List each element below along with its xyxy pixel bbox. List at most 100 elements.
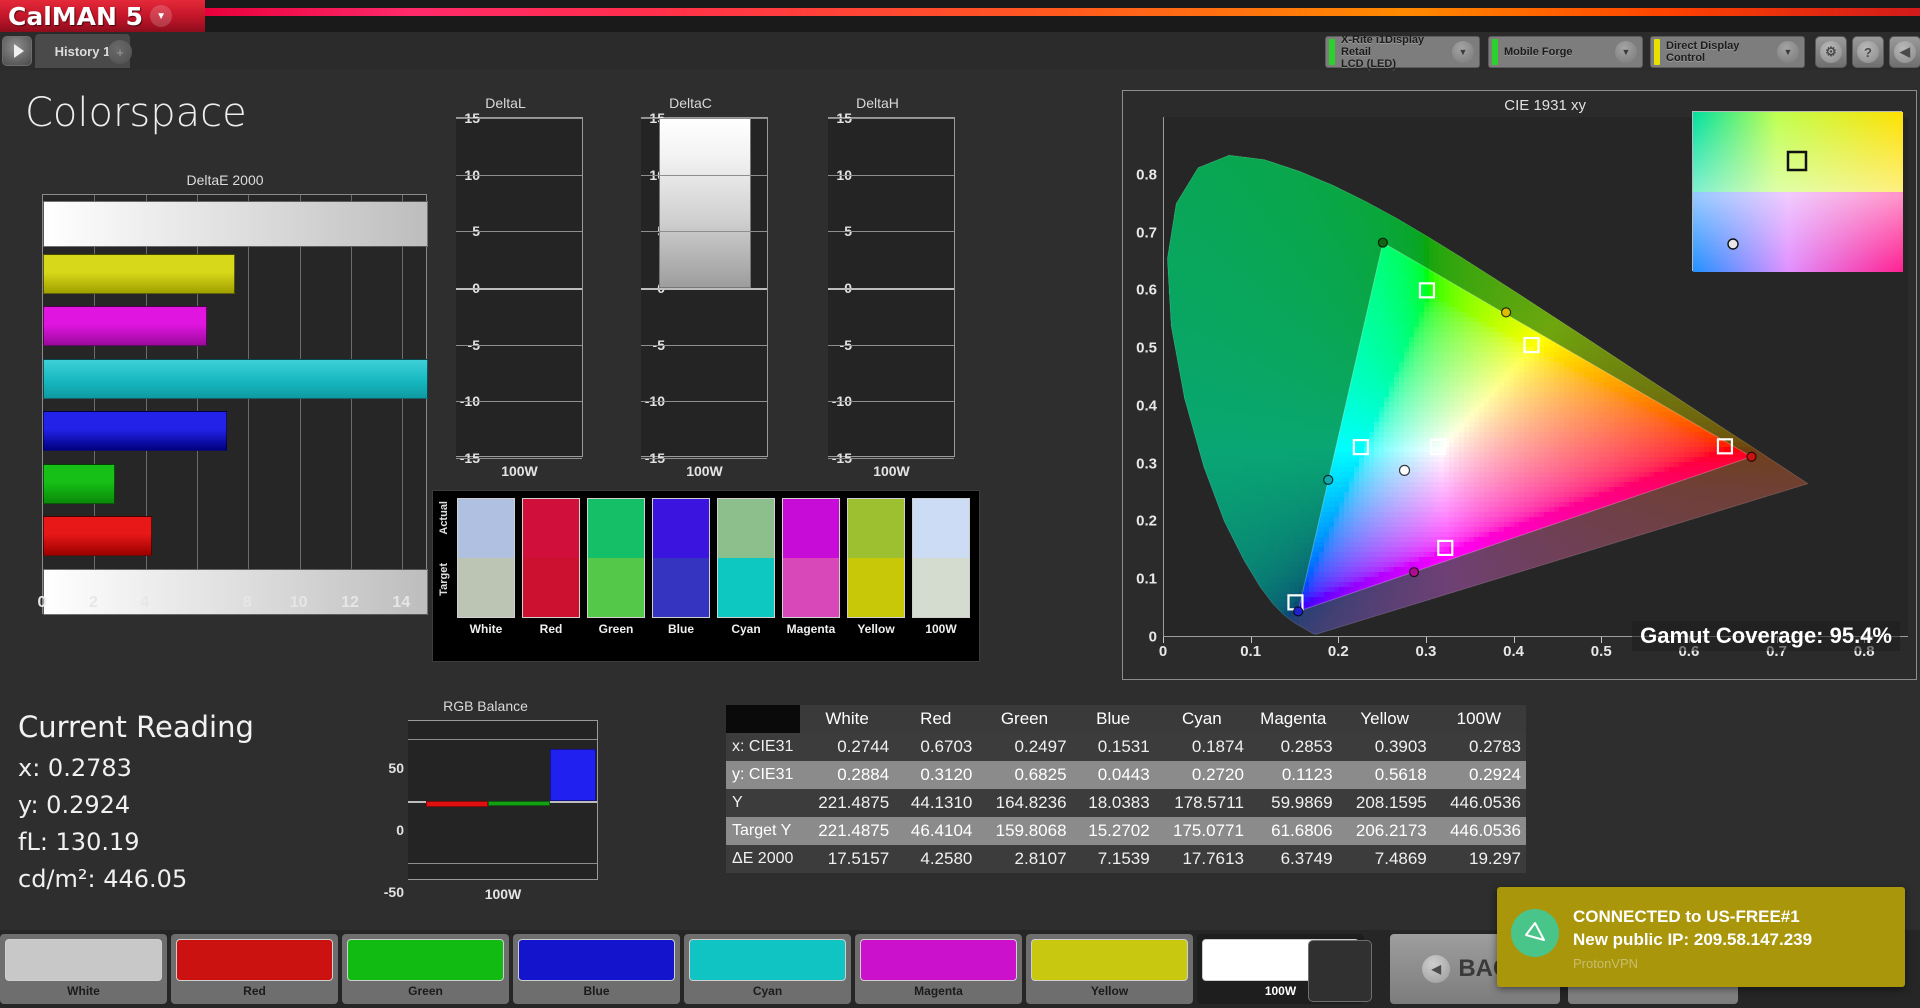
swatch-label: Magenta <box>782 622 840 636</box>
gridline <box>641 344 767 346</box>
swatch-pair <box>717 498 775 618</box>
cie-x-tick <box>1601 637 1603 643</box>
table-cell: 221.4875 <box>800 817 895 845</box>
pattern-swatch-green[interactable]: Green <box>342 934 509 1004</box>
source-label: Mobile Forge <box>1504 46 1615 58</box>
swatch-column-cyan: Cyan <box>717 498 775 636</box>
deltae-plot-area <box>42 194 428 615</box>
source-dropdown[interactable]: Mobile Forge ▼ <box>1488 36 1643 68</box>
deltae-x-axis: 0 2 4 6 8 10 12 14 <box>38 594 427 614</box>
pattern-swatch-cyan[interactable]: Cyan <box>684 934 851 1004</box>
swatch-caption: Cyan <box>689 984 846 998</box>
gridline <box>456 174 582 176</box>
cie-x-tick <box>1250 637 1252 643</box>
table-column-header: White <box>800 705 895 733</box>
cie-measured-marker-green <box>1377 237 1388 248</box>
play-icon <box>13 44 24 58</box>
pattern-swatch-red[interactable]: Red <box>171 934 338 1004</box>
meter-status-indicator <box>1329 39 1335 65</box>
table-column-header: Cyan <box>1154 705 1249 733</box>
axis-tick-label: 50 <box>388 760 404 776</box>
gridline <box>641 401 767 403</box>
cie-y-tick-label: 0.8 <box>1136 166 1157 183</box>
gridline <box>456 458 582 459</box>
swatch-pair <box>847 498 905 618</box>
swatch-caption: Green <box>347 984 504 998</box>
tab-history-1-label: History 1 <box>55 44 111 59</box>
table-cell: 208.1595 <box>1337 789 1432 817</box>
deltae-bar-cyan <box>43 358 428 399</box>
gridline <box>828 174 954 176</box>
pattern-swatch-yellow[interactable]: Yellow <box>1026 934 1193 1004</box>
question-mark-icon: ? <box>1857 41 1879 63</box>
table-cell: 61.6806 <box>1248 817 1338 845</box>
deltae-tick-label: 10 <box>290 594 308 612</box>
meter-dropdown[interactable]: X-Rite i1Display Retail LCD (LED) ▼ <box>1325 34 1480 70</box>
cie-y-tick-label: 0.6 <box>1136 282 1157 299</box>
actual-swatch <box>523 499 579 558</box>
target-swatch <box>458 558 514 617</box>
deltae-tick-label: 0 <box>38 594 47 612</box>
collapse-panel-button[interactable]: ◀ <box>1889 36 1920 68</box>
zero-line <box>456 288 582 290</box>
cie-y-tick-label: 0.7 <box>1136 224 1157 241</box>
cie-x-tick <box>1338 637 1340 643</box>
home-button[interactable] <box>1308 940 1372 1002</box>
table-row: y: CIE31 0.2884 0.3120 0.6825 0.0443 0.2720 0.… <box>726 761 1526 789</box>
table-row-header: y: CIE31 <box>726 761 800 789</box>
gridline <box>402 195 404 613</box>
reading-cdm2: cd/m²: 446.05 <box>18 865 348 893</box>
gridline <box>828 118 954 119</box>
swatch-pair <box>457 498 515 618</box>
swatch-column-magenta: Magenta <box>782 498 840 636</box>
cie-x-tick-label: 0 <box>1159 643 1167 660</box>
pattern-swatch-white[interactable]: White <box>0 934 167 1004</box>
chevron-left-icon: ◀ <box>1422 955 1451 983</box>
display-control-dropdown[interactable]: Direct Display Control ▼ <box>1650 36 1805 68</box>
table-cell: 0.1531 <box>1071 733 1155 761</box>
gridline <box>641 118 767 119</box>
play-button[interactable] <box>2 36 32 66</box>
table-cell: 0.1123 <box>1248 761 1338 789</box>
rgb-bar-red <box>426 801 488 808</box>
actual-swatch <box>718 499 774 558</box>
help-button[interactable]: ? <box>1852 36 1884 68</box>
gridline <box>408 862 597 864</box>
calman-logo[interactable]: CalMAN 5 ▼ <box>0 0 205 32</box>
chevron-down-icon[interactable]: ▼ <box>1777 41 1799 63</box>
cie-x-tick-label: 0.5 <box>1591 643 1612 660</box>
add-tab-button[interactable]: + <box>108 40 132 64</box>
table-cell: 0.6825 <box>977 761 1072 789</box>
swatch-label: Blue <box>652 622 710 636</box>
protonvpn-notification[interactable]: CONNECTED to US-FREE#1 New public IP: 20… <box>1497 887 1905 987</box>
table-cell: 2.8107 <box>977 845 1072 873</box>
deltae-tick-label: 2 <box>89 594 98 612</box>
current-reading-heading: Current Reading <box>18 710 348 744</box>
swatch-color <box>347 939 504 981</box>
deltal-plot-area: 151050-5-10-15 <box>456 110 583 466</box>
pattern-swatch-blue[interactable]: Blue <box>513 934 680 1004</box>
gridline <box>641 458 767 459</box>
table-row-header: x: CIE31 <box>726 733 800 761</box>
settings-button[interactable]: ⚙ <box>1815 36 1847 68</box>
swatch-label: Cyan <box>717 622 775 636</box>
rgb-balance-y-axis: 50 0 -50 <box>368 724 408 899</box>
logo-text: CalMAN 5 <box>8 2 143 31</box>
chevron-down-icon[interactable]: ▼ <box>1452 41 1474 63</box>
deltae-bar-blue <box>43 411 227 452</box>
measurement-table: White Red Green Blue Cyan Magenta Yellow 100W x… <box>726 705 1526 873</box>
chevron-down-icon[interactable]: ▼ <box>1615 41 1637 63</box>
cie-measured-marker-magenta <box>1408 567 1420 578</box>
inset-measured-marker <box>1727 238 1739 250</box>
table-cell: 6.3749 <box>1248 845 1338 873</box>
cie-x-tick-label: 0.3 <box>1416 643 1437 660</box>
chevron-down-icon[interactable]: ▼ <box>150 5 173 27</box>
table-cell: 0.2497 <box>977 733 1072 761</box>
cie-measured-marker-cyan <box>1323 474 1334 485</box>
pattern-swatch-magenta[interactable]: Magenta <box>855 934 1022 1004</box>
deltae-tick-label: 4 <box>140 594 149 612</box>
gridline <box>456 118 582 119</box>
deltae-bar-yellow <box>43 253 236 294</box>
toast-app-name: ProtonVPN <box>1573 956 1812 971</box>
source-status-indicator <box>1492 39 1498 65</box>
